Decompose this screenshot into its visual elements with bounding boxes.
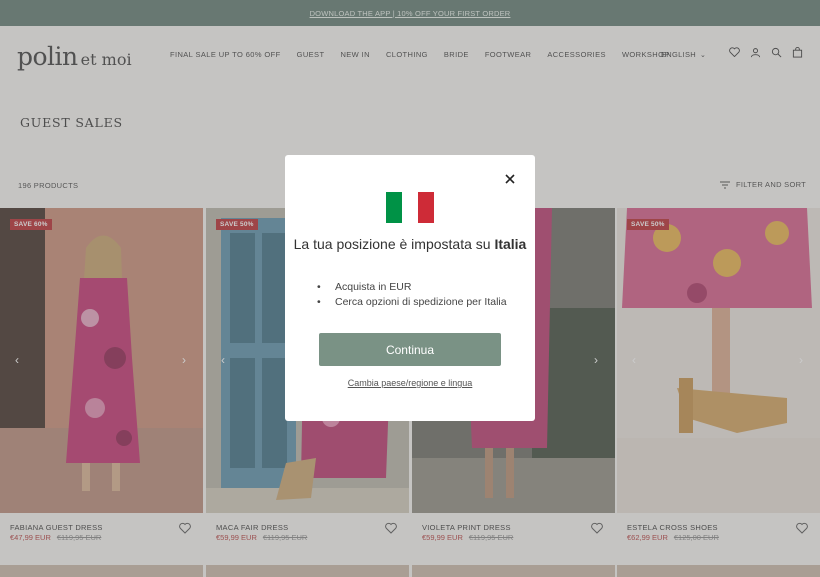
flag-stripe-red xyxy=(418,192,434,223)
modal-title-country: Italia xyxy=(494,236,527,252)
modal-bullet-list: Acquista in EUR Cerca opzioni di spedizi… xyxy=(315,280,515,310)
change-region-link[interactable]: Cambia paese/regione e lingua xyxy=(285,378,535,388)
location-modal: La tua posizione è impostata su Italia A… xyxy=(285,155,535,421)
flag-stripe-white xyxy=(402,192,418,223)
continue-button[interactable]: Continua xyxy=(319,333,501,366)
close-icon[interactable] xyxy=(503,172,517,186)
flag-stripe-green xyxy=(386,192,402,223)
list-item: Cerca opzioni di spedizione per Italia xyxy=(315,295,515,309)
italy-flag-icon xyxy=(386,192,434,223)
modal-title-prefix: La tua posizione è impostata su xyxy=(293,236,495,252)
list-item: Acquista in EUR xyxy=(315,280,515,294)
modal-title: La tua posizione è impostata su Italia xyxy=(285,235,535,253)
